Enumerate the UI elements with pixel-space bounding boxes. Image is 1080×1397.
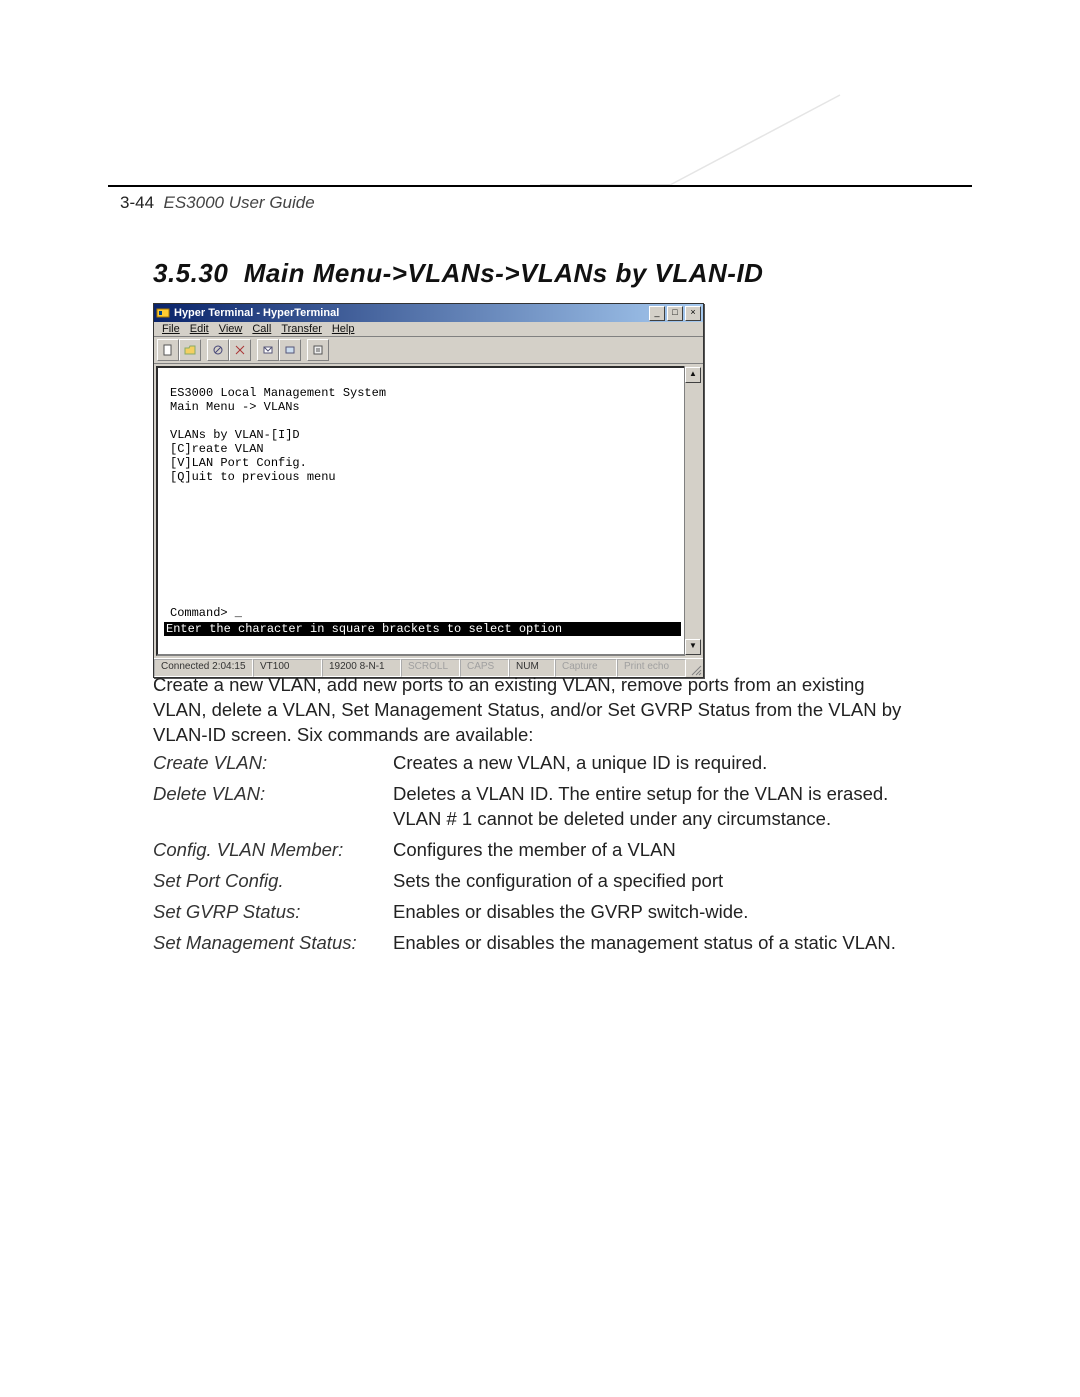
terminal-area[interactable]: ES3000 Local Management System Main Menu… (156, 366, 701, 656)
scroll-up-icon[interactable]: ▲ (685, 367, 701, 383)
section-heading: 3.5.30 Main Menu->VLANs->VLANs by VLAN-I… (153, 258, 763, 289)
app-icon (156, 306, 170, 320)
window-title: Hyper Terminal - HyperTerminal (174, 307, 339, 319)
tool-bar (154, 337, 703, 364)
command-desc: Enables or disables the GVRP switch-wide… (393, 899, 923, 924)
command-table: Create VLAN: Creates a new VLAN, a uniqu… (153, 750, 923, 961)
terminal-line: Main Menu -> VLANs (164, 400, 300, 414)
hyperterminal-window: Hyper Terminal - HyperTerminal _ □ × Fil… (153, 303, 704, 678)
command-desc: Enables or disables the management statu… (393, 930, 923, 955)
vertical-scrollbar[interactable]: ▲ ▼ (684, 366, 701, 656)
receive-icon[interactable] (279, 339, 301, 361)
command-label: Config. VLAN Member: (153, 837, 393, 862)
command-desc: Sets the configuration of a specified po… (393, 868, 923, 893)
command-row: Set Port Config. Sets the configuration … (153, 868, 923, 893)
terminal-line: [V]LAN Port Config. (164, 456, 307, 470)
menu-file[interactable]: File (158, 323, 184, 335)
command-label: Delete VLAN: (153, 781, 393, 806)
properties-icon[interactable] (307, 339, 329, 361)
terminal-line: VLANs by VLAN-[I]D (164, 428, 300, 442)
terminal-footer: Enter the character in square brackets t… (164, 622, 681, 636)
command-row: Set GVRP Status: Enables or disables the… (153, 899, 923, 924)
terminal-frame: ES3000 Local Management System Main Menu… (154, 364, 703, 658)
connect-icon[interactable] (207, 339, 229, 361)
command-row: Set Management Status: Enables or disabl… (153, 930, 923, 955)
page-number: 3-44 (120, 193, 154, 212)
command-row: Delete VLAN: Deletes a VLAN ID. The enti… (153, 781, 923, 831)
minimize-button[interactable]: _ (649, 306, 665, 321)
command-prompt[interactable]: Command> _ (164, 606, 242, 620)
page-header: 3-44 ES3000 User Guide (120, 193, 315, 213)
terminal-line: [C]reate VLAN (164, 442, 264, 456)
window-buttons: _ □ × (649, 306, 701, 321)
menu-edit[interactable]: Edit (186, 323, 213, 335)
body-paragraph: Create a new VLAN, add new ports to an e… (153, 672, 923, 747)
command-desc: Creates a new VLAN, a unique ID is requi… (393, 750, 923, 775)
title-bar[interactable]: Hyper Terminal - HyperTerminal _ □ × (154, 304, 703, 322)
section-title: Main Menu->VLANs->VLANs by VLAN-ID (244, 258, 764, 288)
section-number: 3.5.30 (153, 258, 228, 288)
command-desc: Deletes a VLAN ID. The entire setup for … (393, 781, 923, 831)
scroll-down-icon[interactable]: ▼ (685, 639, 701, 655)
terminal-line: ES3000 Local Management System (164, 386, 386, 400)
disconnect-icon[interactable] (229, 339, 251, 361)
guide-title: ES3000 User Guide (163, 193, 314, 212)
command-label: Create VLAN: (153, 750, 393, 775)
command-label: Set Management Status: (153, 930, 393, 955)
menu-help[interactable]: Help (328, 323, 359, 335)
command-label: Set Port Config. (153, 868, 393, 893)
command-desc: Configures the member of a VLAN (393, 837, 923, 862)
menu-bar: File Edit View Call Transfer Help (154, 322, 703, 337)
command-label: Set GVRP Status: (153, 899, 393, 924)
menu-transfer[interactable]: Transfer (277, 323, 326, 335)
menu-view[interactable]: View (215, 323, 247, 335)
maximize-button[interactable]: □ (667, 306, 683, 321)
header-rule (108, 185, 972, 187)
new-doc-icon[interactable] (157, 339, 179, 361)
terminal-line (164, 414, 170, 428)
terminal-line: [Q]uit to previous menu (164, 470, 336, 484)
menu-call[interactable]: Call (248, 323, 275, 335)
command-row: Config. VLAN Member: Configures the memb… (153, 837, 923, 862)
command-row: Create VLAN: Creates a new VLAN, a uniqu… (153, 750, 923, 775)
open-icon[interactable] (179, 339, 201, 361)
document-page: 3-44 ES3000 User Guide 3.5.30 Main Menu-… (0, 0, 1080, 1397)
close-button[interactable]: × (685, 306, 701, 321)
send-icon[interactable] (257, 339, 279, 361)
